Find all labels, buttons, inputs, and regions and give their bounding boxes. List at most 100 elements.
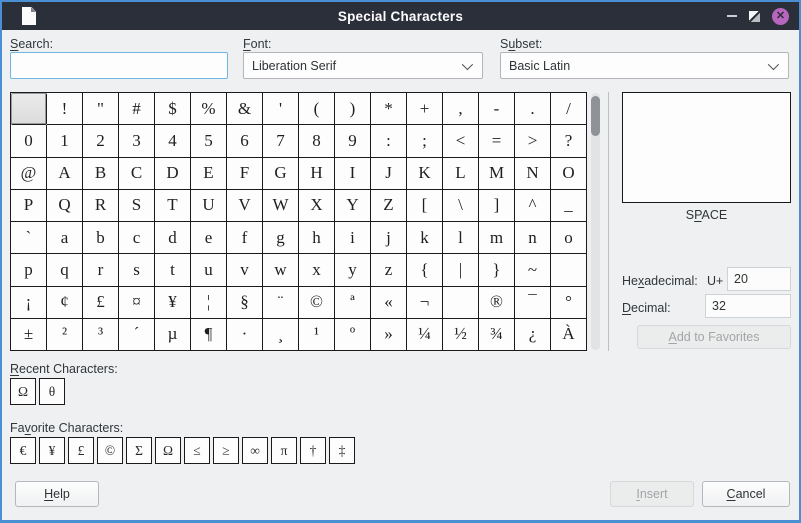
char-cell[interactable]: { <box>407 254 443 286</box>
favorite-char-cell[interactable]: Σ <box>126 437 152 464</box>
char-cell[interactable]: R <box>83 190 119 222</box>
char-cell[interactable]: Z <box>371 190 407 222</box>
insert-button[interactable]: Insert <box>610 481 694 507</box>
char-cell[interactable]: | <box>443 254 479 286</box>
char-cell[interactable]: U <box>191 190 227 222</box>
char-cell[interactable]: ¨ <box>263 287 299 319</box>
char-cell[interactable]: M <box>479 158 515 190</box>
char-cell[interactable]: F <box>227 158 263 190</box>
favorite-char-cell[interactable]: † <box>300 437 326 464</box>
char-cell[interactable]: A <box>47 158 83 190</box>
char-cell[interactable]: v <box>227 254 263 286</box>
char-cell[interactable]: X <box>299 190 335 222</box>
char-cell[interactable]: x <box>299 254 335 286</box>
char-cell[interactable]: w <box>263 254 299 286</box>
char-cell[interactable]: $ <box>155 93 191 125</box>
maximize-icon[interactable] <box>749 11 760 22</box>
char-cell[interactable]: z <box>371 254 407 286</box>
char-cell[interactable]: f <box>227 222 263 254</box>
subset-select[interactable]: Basic Latin <box>500 52 789 79</box>
char-cell[interactable]: ¬ <box>407 287 443 319</box>
char-cell[interactable]: e <box>191 222 227 254</box>
char-cell[interactable]: S <box>119 190 155 222</box>
char-cell[interactable]: } <box>479 254 515 286</box>
char-cell[interactable]: ¹ <box>299 319 335 351</box>
favorite-char-cell[interactable]: π <box>271 437 297 464</box>
char-cell[interactable]: * <box>371 93 407 125</box>
char-cell[interactable]: i <box>335 222 371 254</box>
char-cell[interactable]: 6 <box>227 125 263 157</box>
char-cell[interactable]: ¡ <box>11 287 47 319</box>
char-cell[interactable]: ; <box>407 125 443 157</box>
char-cell[interactable]: ¼ <box>407 319 443 351</box>
char-cell[interactable]: r <box>83 254 119 286</box>
char-cell[interactable]: / <box>551 93 587 125</box>
add-to-favorites-button[interactable]: Add to Favorites <box>637 325 791 349</box>
char-cell[interactable]: ¤ <box>119 287 155 319</box>
char-cell[interactable]: » <box>371 319 407 351</box>
char-cell[interactable]: ( <box>299 93 335 125</box>
char-cell[interactable]: p <box>11 254 47 286</box>
char-cell[interactable]: N <box>515 158 551 190</box>
favorite-char-cell[interactable]: ≥ <box>213 437 239 464</box>
char-cell[interactable]: ! <box>47 93 83 125</box>
char-cell[interactable]: ^ <box>515 190 551 222</box>
char-cell[interactable]: À <box>551 319 587 351</box>
char-cell[interactable]: · <box>227 319 263 351</box>
char-cell[interactable]: K <box>407 158 443 190</box>
char-cell[interactable]: § <box>227 287 263 319</box>
favorite-char-cell[interactable]: © <box>97 437 123 464</box>
cancel-button[interactable]: Cancel <box>702 481 790 507</box>
char-cell[interactable]: ² <box>47 319 83 351</box>
grid-scrollbar[interactable] <box>591 93 600 350</box>
char-cell[interactable]: ¢ <box>47 287 83 319</box>
char-cell[interactable]: ´ <box>119 319 155 351</box>
char-cell[interactable]: = <box>479 125 515 157</box>
char-cell[interactable]: c <box>119 222 155 254</box>
char-cell[interactable]: & <box>227 93 263 125</box>
char-cell[interactable]: O <box>551 158 587 190</box>
char-cell[interactable]: C <box>119 158 155 190</box>
char-cell[interactable] <box>11 93 47 125</box>
char-cell[interactable]: ¿ <box>515 319 551 351</box>
char-cell[interactable]: ~ <box>515 254 551 286</box>
char-cell[interactable]: E <box>191 158 227 190</box>
char-cell[interactable]: ® <box>479 287 515 319</box>
char-cell[interactable]: V <box>227 190 263 222</box>
char-cell[interactable]: 9 <box>335 125 371 157</box>
close-icon[interactable]: ✕ <box>772 8 789 25</box>
char-cell[interactable] <box>551 254 587 286</box>
char-cell[interactable]: + <box>407 93 443 125</box>
help-button[interactable]: Help <box>15 481 99 507</box>
favorite-char-cell[interactable]: ≤ <box>184 437 210 464</box>
char-cell[interactable]: m <box>479 222 515 254</box>
char-cell[interactable]: - <box>479 93 515 125</box>
char-cell[interactable]: « <box>371 287 407 319</box>
search-input[interactable] <box>10 52 228 79</box>
char-cell[interactable]: o <box>551 222 587 254</box>
char-cell[interactable]: k <box>407 222 443 254</box>
char-cell[interactable]: £ <box>83 287 119 319</box>
char-cell[interactable]: s <box>119 254 155 286</box>
char-cell[interactable]: b <box>83 222 119 254</box>
char-cell[interactable]: ³ <box>83 319 119 351</box>
char-cell[interactable]: Y <box>335 190 371 222</box>
char-cell[interactable]: y <box>335 254 371 286</box>
char-cell[interactable]: q <box>47 254 83 286</box>
char-cell[interactable]: , <box>443 93 479 125</box>
char-cell[interactable]: ¥ <box>155 287 191 319</box>
char-cell[interactable]: µ <box>155 319 191 351</box>
char-cell[interactable]: ½ <box>443 319 479 351</box>
char-cell[interactable]: 2 <box>83 125 119 157</box>
favorite-char-cell[interactable]: € <box>10 437 36 464</box>
char-cell[interactable]: ? <box>551 125 587 157</box>
char-cell[interactable]: _ <box>551 190 587 222</box>
char-cell[interactable]: J <box>371 158 407 190</box>
char-cell[interactable]: 3 <box>119 125 155 157</box>
char-cell[interactable]: % <box>191 93 227 125</box>
char-cell[interactable]: g <box>263 222 299 254</box>
decimal-input[interactable] <box>705 294 791 318</box>
char-cell[interactable]: ¶ <box>191 319 227 351</box>
recent-char-cell[interactable]: Ω <box>10 378 36 405</box>
char-cell[interactable]: u <box>191 254 227 286</box>
